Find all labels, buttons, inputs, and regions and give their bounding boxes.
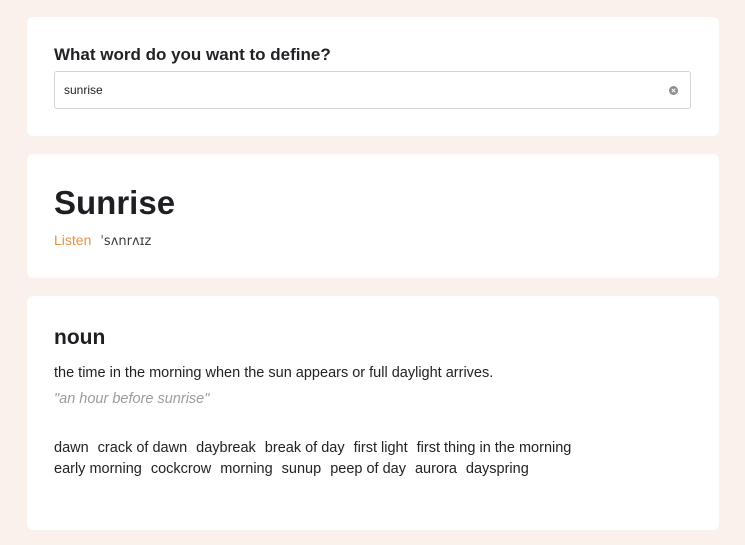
definition-text: the time in the morning when the sun app… [54,365,494,381]
synonym-item[interactable]: sunup [282,460,322,478]
word-title: Sunrise [54,184,176,221]
synonym-item[interactable]: break of day [265,439,345,457]
synonym-item[interactable]: first thing in the morning [417,439,572,457]
search-box[interactable] [54,71,691,109]
search-input[interactable] [64,72,654,108]
phonetic-transcription: ˈsʌnrʌɪz [100,234,152,249]
synonym-item[interactable]: dawn [54,439,89,457]
synonym-item[interactable]: morning [220,460,272,478]
synonym-list: dawn crack of dawn daybreak break of day… [54,439,654,478]
synonym-item[interactable]: crack of dawn [98,439,187,457]
synonym-item[interactable]: peep of day [330,460,406,478]
synonym-item[interactable]: first light [354,439,408,457]
definition-card: noun the time in the morning when the su… [27,296,719,530]
synonym-item[interactable]: daybreak [196,439,256,457]
synonym-item[interactable]: cockcrow [151,460,211,478]
word-card: Sunrise Listen ˈsʌnrʌɪz [27,154,719,278]
search-card: What word do you want to define? [27,17,719,136]
search-question: What word do you want to define? [54,45,331,64]
synonym-item[interactable]: early morning [54,460,142,478]
example-sentence: "an hour before sunrise" [54,391,210,407]
listen-link[interactable]: Listen [54,232,91,248]
part-of-speech: noun [54,326,106,349]
synonym-item[interactable]: aurora [415,460,457,478]
pronunciation-row: Listen ˈsʌnrʌɪz [54,232,151,249]
clear-icon[interactable] [669,86,678,95]
synonym-item[interactable]: dayspring [466,460,529,478]
